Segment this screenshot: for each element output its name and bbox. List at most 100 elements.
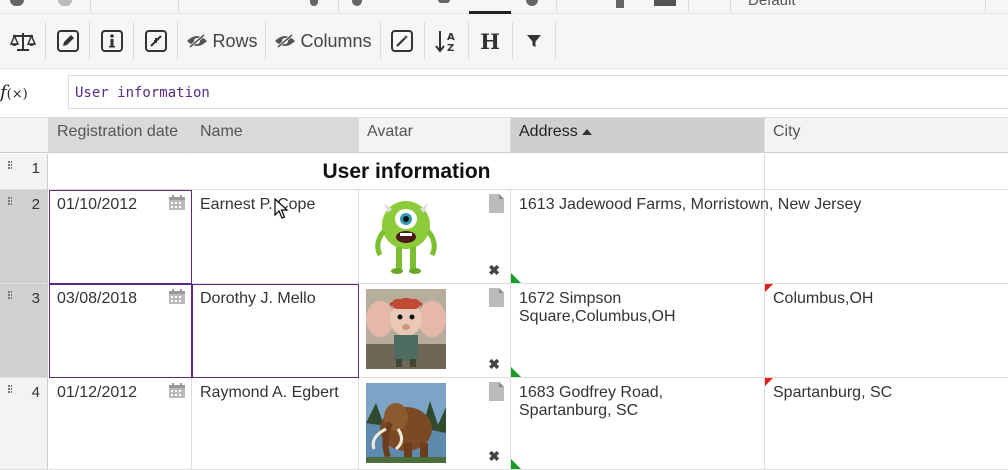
- fill-icon[interactable]: [526, 0, 538, 6]
- magic-wand-icon: [391, 30, 413, 52]
- top-menu-strip: Default: [0, 0, 1008, 14]
- divider: [556, 0, 557, 12]
- divider: [512, 22, 513, 60]
- title-cell[interactable]: User information: [49, 154, 765, 190]
- column-header-name[interactable]: Name: [192, 118, 359, 153]
- divider: [45, 22, 46, 60]
- eye-slash-icon: [187, 34, 208, 48]
- paint-icon[interactable]: [352, 0, 362, 6]
- hide-columns-button[interactable]: Columns: [274, 24, 372, 58]
- merge-cells-button-active[interactable]: [469, 0, 511, 14]
- divider: [424, 22, 425, 60]
- sort-alpha-icon: A Z: [435, 31, 455, 53]
- divider: [133, 22, 134, 60]
- magic-wand-button[interactable]: [388, 24, 416, 58]
- calendar-icon[interactable]: [168, 383, 186, 399]
- avatar-image: [366, 383, 446, 463]
- drag-handle-icon[interactable]: [8, 291, 12, 301]
- comment-indicator[interactable]: [511, 459, 521, 469]
- undo-icon[interactable]: [10, 0, 24, 6]
- delete-icon[interactable]: ✖: [488, 262, 500, 279]
- divider: [177, 22, 178, 60]
- filter-button[interactable]: [520, 24, 548, 58]
- address-cell[interactable]: 1672 Simpson Square,Columbus,OH: [511, 284, 765, 378]
- hide-rows-button[interactable]: Rows: [186, 24, 258, 58]
- row-header-3[interactable]: 3: [0, 284, 48, 378]
- name-cell[interactable]: Raymond A. Egbert: [192, 378, 359, 470]
- avatar-cell[interactable]: ✖: [359, 378, 511, 470]
- comment-indicator[interactable]: [511, 367, 521, 377]
- divider: [380, 22, 381, 60]
- divider: [265, 22, 266, 60]
- divider: [730, 0, 731, 12]
- drag-handle-icon[interactable]: [8, 161, 12, 171]
- avatar-cell[interactable]: ✖: [359, 190, 511, 284]
- font-selector[interactable]: Default: [748, 0, 796, 9]
- table-cell[interactable]: [765, 154, 1008, 190]
- edit-button[interactable]: [54, 24, 82, 58]
- calendar-icon[interactable]: [168, 195, 186, 211]
- info-icon: [101, 30, 123, 52]
- info-button[interactable]: [98, 24, 126, 58]
- spreadsheet-grid: Registration date Name Avatar Address Ci…: [0, 118, 1008, 470]
- address-cell[interactable]: 1613 Jadewood Farms, Morristown, New Jer…: [511, 190, 861, 284]
- columns-label: Columns: [300, 30, 372, 51]
- divider: [90, 0, 91, 12]
- divider: [338, 0, 339, 12]
- filter-icon: [527, 35, 541, 47]
- redo-icon[interactable]: [58, 0, 72, 6]
- comment-indicator[interactable]: [765, 284, 773, 292]
- divider: [468, 22, 469, 60]
- file-icon[interactable]: [489, 288, 504, 307]
- align-icon[interactable]: [616, 0, 624, 8]
- divider: [178, 0, 179, 12]
- column-header-registration-date[interactable]: Registration date: [49, 118, 192, 153]
- divider: [89, 22, 90, 60]
- file-icon[interactable]: [489, 194, 504, 213]
- text-style-icon[interactable]: [310, 0, 318, 6]
- date-cell[interactable]: 01/10/2012: [49, 190, 192, 284]
- mouse-cursor-icon: [274, 198, 289, 219]
- formula-bar: f(×) User information: [0, 70, 1008, 118]
- rows-label: Rows: [212, 30, 258, 51]
- sort-button[interactable]: A Z: [432, 24, 460, 58]
- sort-ascending-icon: [581, 128, 592, 135]
- header-button[interactable]: H: [476, 24, 504, 58]
- delete-icon[interactable]: ✖: [488, 356, 500, 373]
- column-header-avatar[interactable]: Avatar: [359, 118, 511, 153]
- corner-cell[interactable]: [0, 118, 49, 153]
- delete-icon[interactable]: ✖: [488, 448, 500, 465]
- file-icon[interactable]: [489, 382, 504, 401]
- city-cell[interactable]: Columbus,OH: [765, 284, 1008, 378]
- compress-button[interactable]: [142, 24, 170, 58]
- divider: [985, 0, 986, 12]
- function-icon[interactable]: f(×): [0, 82, 28, 103]
- pencil-icon: [57, 30, 79, 52]
- image-icon[interactable]: [654, 0, 676, 6]
- svg-text:A: A: [447, 32, 455, 43]
- row-header-2[interactable]: 2: [0, 190, 48, 284]
- border-icon[interactable]: [438, 0, 450, 3]
- avatar-image: [366, 289, 446, 369]
- divider: [555, 22, 556, 60]
- date-cell[interactable]: 01/12/2012: [49, 378, 192, 470]
- city-cell[interactable]: [765, 190, 1008, 284]
- comment-indicator[interactable]: [511, 273, 521, 283]
- comment-indicator[interactable]: [765, 378, 773, 386]
- avatar-cell[interactable]: ✖: [359, 284, 511, 378]
- drag-handle-icon[interactable]: [8, 197, 12, 207]
- calendar-icon[interactable]: [168, 289, 186, 305]
- balance-scale-icon: [10, 33, 36, 51]
- address-cell[interactable]: 1683 Godfrey Road, Spartanburg, SC: [511, 378, 765, 470]
- formula-input[interactable]: User information: [68, 75, 1008, 109]
- toolbar: Rows Columns A Z H: [0, 14, 1008, 69]
- date-cell[interactable]: 03/08/2018: [49, 284, 192, 378]
- column-header-city[interactable]: City: [765, 118, 1008, 153]
- city-cell[interactable]: Spartanburg, SC: [765, 378, 1008, 470]
- name-cell[interactable]: Dorothy J. Mello: [192, 284, 359, 378]
- column-header-address[interactable]: Address: [511, 118, 765, 153]
- scale-button[interactable]: [8, 24, 38, 58]
- drag-handle-icon[interactable]: [8, 385, 12, 395]
- row-header-1[interactable]: 1: [0, 154, 48, 190]
- row-header-4[interactable]: 4: [0, 378, 48, 470]
